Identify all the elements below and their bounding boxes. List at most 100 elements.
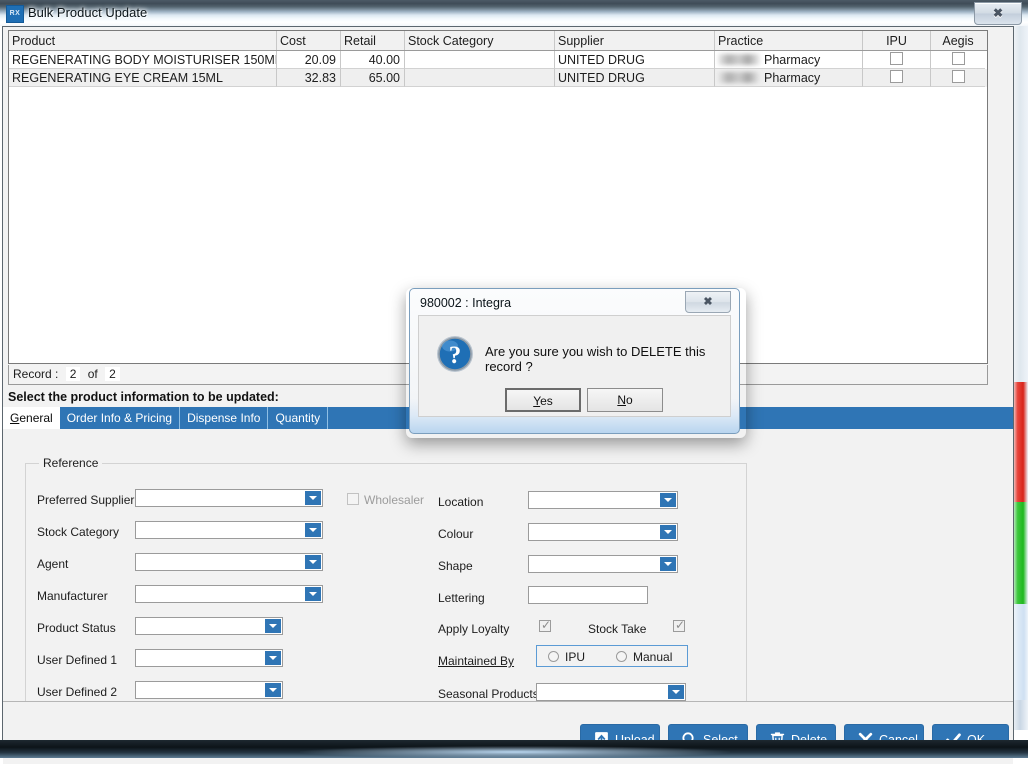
chevron-down-icon[interactable]: [305, 523, 321, 537]
table-row[interactable]: REGENERATING EYE CREAM 15ML 32.83 65.00 …: [9, 69, 987, 87]
cell-product: REGENERATING EYE CREAM 15ML: [9, 69, 277, 87]
ipu-checkbox[interactable]: [890, 70, 903, 83]
cell-aegis: [931, 51, 985, 69]
label-colour: Colour: [438, 526, 473, 542]
label-location: Location: [438, 494, 483, 510]
radio-ipu[interactable]: [548, 651, 559, 662]
stock-take-checkbox[interactable]: [673, 620, 685, 632]
window-titlebar: RX Bulk Product Update ✖: [0, 0, 1028, 26]
chevron-down-icon[interactable]: [265, 651, 281, 665]
grid-body: REGENERATING BODY MOISTURISER 150ML 20.0…: [9, 51, 987, 87]
redacted-text: [718, 54, 760, 65]
question-icon: ?: [435, 334, 475, 374]
label-product-status: Product Status: [37, 620, 116, 636]
label-user-defined-2: User Defined 2: [37, 684, 117, 700]
grid-column-header-product[interactable]: Product: [9, 31, 277, 50]
combo-manufacturer[interactable]: [135, 585, 323, 603]
cell-aegis: [931, 69, 985, 87]
tab-order-info-pricing-label: Order Info & Pricing: [67, 411, 172, 425]
record-total: 2: [105, 367, 120, 381]
chevron-down-icon[interactable]: [668, 685, 684, 699]
tab-quantity[interactable]: Quantity: [268, 407, 328, 429]
combo-product-status[interactable]: [135, 617, 283, 635]
label-apply-loyalty: Apply Loyalty: [438, 621, 509, 637]
label-agent: Agent: [37, 556, 68, 572]
combo-location[interactable]: [528, 491, 678, 509]
label-wholesaler: Wholesaler: [364, 492, 424, 508]
grid-column-header-ipu[interactable]: IPU: [863, 31, 931, 50]
cell-practice-label: Pharmacy: [764, 71, 820, 85]
label-manual: Manual: [633, 649, 672, 665]
label-user-defined-1: User Defined 1: [37, 652, 117, 668]
combo-stock-category[interactable]: [135, 521, 323, 539]
record-label: Record :: [13, 367, 58, 381]
chevron-down-icon[interactable]: [265, 683, 281, 697]
label-shape: Shape: [438, 558, 473, 574]
combo-user-defined-2[interactable]: [135, 681, 283, 699]
close-icon: ✖: [686, 292, 730, 312]
cell-ipu: [863, 69, 931, 87]
tab-dispense-info[interactable]: Dispense Info: [180, 407, 268, 429]
cell-practice-label: Pharmacy: [764, 53, 820, 67]
chevron-down-icon[interactable]: [660, 493, 676, 507]
apply-loyalty-checkbox[interactable]: [539, 620, 551, 632]
tab-order-info-pricing[interactable]: Order Info & Pricing: [60, 407, 180, 429]
cell-product: REGENERATING BODY MOISTURISER 150ML: [9, 51, 277, 69]
ipu-checkbox[interactable]: [890, 52, 903, 65]
combo-agent[interactable]: [135, 553, 323, 571]
cell-retail: 65.00: [341, 69, 405, 87]
cell-practice: Pharmacy: [715, 69, 863, 87]
grid-column-header-aegis[interactable]: Aegis: [931, 31, 985, 50]
taskbar-glow: [300, 746, 730, 758]
dialog-close-button[interactable]: ✖: [685, 291, 731, 313]
table-row[interactable]: REGENERATING BODY MOISTURISER 150ML 20.0…: [9, 51, 987, 69]
combo-shape[interactable]: [528, 555, 678, 573]
chevron-down-icon[interactable]: [305, 555, 321, 569]
aegis-checkbox[interactable]: [952, 52, 965, 65]
label-preferred-supplier: Preferred Supplier: [37, 492, 134, 508]
chevron-down-icon[interactable]: [305, 491, 321, 505]
tab-general-accel: G: [10, 411, 19, 425]
grid-header-row: Product Cost Retail Stock Category Suppl…: [9, 31, 987, 51]
dialog-body: ? Are you sure you wish to DELETE this r…: [418, 315, 731, 417]
wholesaler-checkbox[interactable]: [347, 493, 359, 505]
yes-button[interactable]: Yes: [505, 388, 581, 412]
window-close-button[interactable]: ✖: [974, 2, 1022, 25]
combo-seasonal-products[interactable]: [536, 683, 686, 701]
record-current: 2: [66, 367, 81, 381]
grid-column-header-retail[interactable]: Retail: [341, 31, 405, 50]
lettering-input[interactable]: [528, 586, 648, 604]
rx-icon: RX: [6, 5, 24, 23]
cell-ipu: [863, 51, 931, 69]
combo-colour[interactable]: [528, 523, 678, 541]
combo-preferred-supplier[interactable]: [135, 489, 323, 507]
grid-column-header-cost[interactable]: Cost: [277, 31, 341, 50]
grid-column-header-practice[interactable]: Practice: [715, 31, 863, 50]
aegis-checkbox[interactable]: [952, 70, 965, 83]
radio-manual[interactable]: [616, 651, 627, 662]
cell-cost: 32.83: [277, 69, 341, 87]
tab-dispense-info-label: Dispense Info: [187, 411, 260, 425]
close-icon: ✖: [975, 3, 1021, 24]
label-lettering: Lettering: [438, 590, 485, 606]
redacted-text: [718, 72, 760, 83]
chevron-down-icon[interactable]: [265, 619, 281, 633]
tab-general[interactable]: General: [3, 407, 60, 429]
grid-column-header-stock-category[interactable]: Stock Category: [405, 31, 555, 50]
label-seasonal-products: Seasonal Products: [438, 686, 539, 702]
chevron-down-icon[interactable]: [660, 557, 676, 571]
cell-cost: 20.09: [277, 51, 341, 69]
label-manufacturer: Manufacturer: [37, 588, 108, 604]
yes-button-label: Yes: [507, 390, 579, 412]
cell-stock-category: [405, 51, 555, 69]
label-stock-category: Stock Category: [37, 524, 119, 540]
chevron-down-icon[interactable]: [305, 587, 321, 601]
chevron-down-icon[interactable]: [660, 525, 676, 539]
combo-user-defined-1[interactable]: [135, 649, 283, 667]
no-button[interactable]: No: [587, 388, 663, 412]
grid-column-header-supplier[interactable]: Supplier: [555, 31, 715, 50]
maintained-by-radio-group: IPU Manual: [536, 645, 688, 667]
window-bottom-frame: [0, 740, 1028, 758]
label-stock-take: Stock Take: [588, 621, 646, 637]
cell-supplier: UNITED DRUG: [555, 51, 715, 69]
